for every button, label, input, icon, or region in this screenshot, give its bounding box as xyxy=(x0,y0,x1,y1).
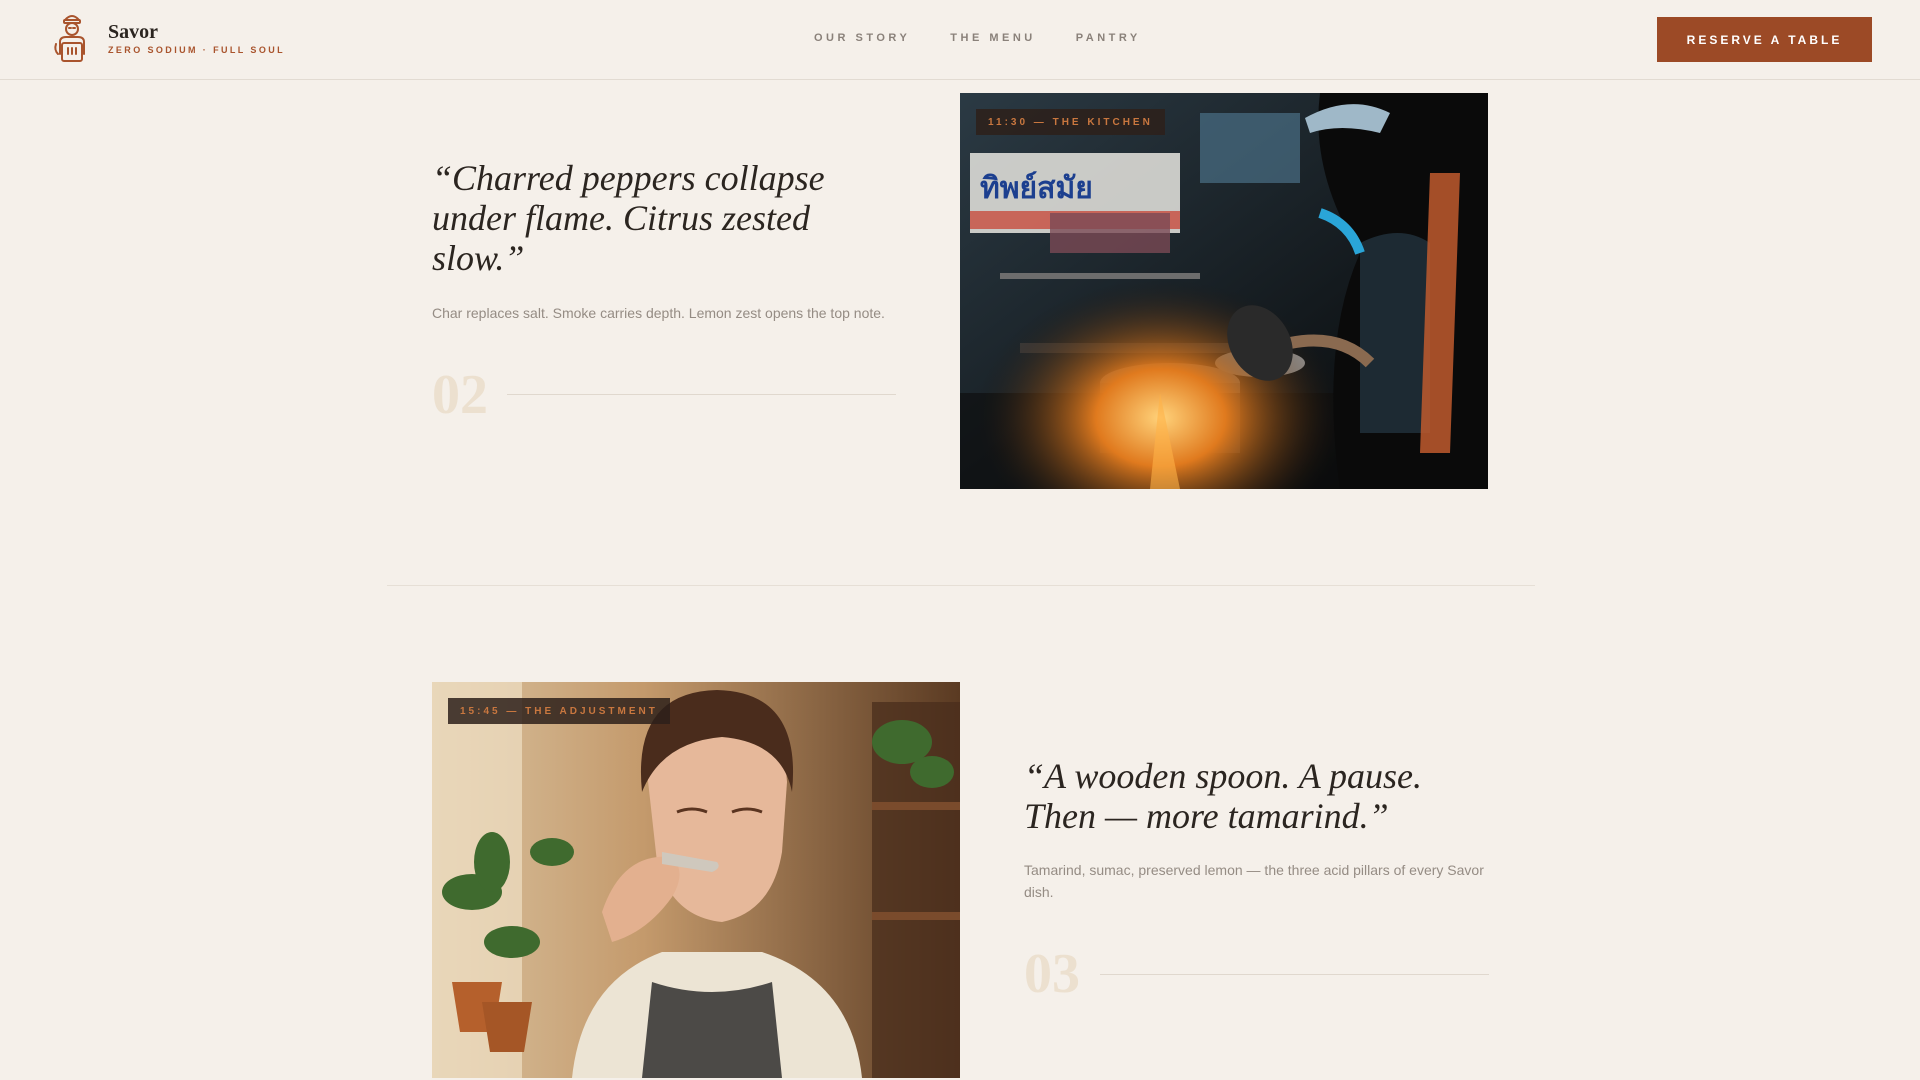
step-divider xyxy=(507,394,896,395)
nav-pantry[interactable]: PANTRY xyxy=(1076,32,1141,44)
section-caption: Char replaces salt. Smoke carries depth.… xyxy=(432,305,885,321)
section-divider xyxy=(387,585,1535,586)
tasting-photo: 15:45 — THE ADJUSTMENT xyxy=(432,682,960,1078)
brand-name: Savor xyxy=(108,21,158,43)
main-nav: OUR STORY THE MENU PANTRY xyxy=(814,32,1141,44)
chef-tasting-photo xyxy=(432,682,960,1078)
chef-icon xyxy=(54,15,85,62)
section-quote: “Charred peppers collapse under flame. C… xyxy=(432,158,825,278)
brand-tagline: ZERO SODIUM · FULL SOUL xyxy=(108,45,286,55)
nav-our-story[interactable]: OUR STORY xyxy=(814,32,910,44)
reserve-table-button[interactable]: RESERVE A TABLE xyxy=(1657,17,1872,62)
nav-the-menu[interactable]: THE MENU xyxy=(950,32,1035,44)
step-number: 02 xyxy=(432,364,488,426)
photo-tag: 15:45 — THE ADJUSTMENT xyxy=(448,698,670,724)
kitchen-photo: ทิพย์สมัย 11:30 — THE KITCHEN xyxy=(960,93,1488,489)
photo-tag: 11:30 — THE KITCHEN xyxy=(976,109,1165,135)
street-kitchen-photo: ทิพย์สมัย xyxy=(960,93,1488,489)
brand[interactable]: Savor ZERO SODIUM · FULL SOUL xyxy=(50,10,285,66)
step-divider xyxy=(1100,974,1489,975)
section-caption: Tamarind, sumac, preserved lemon — the t… xyxy=(1024,862,1484,900)
section-quote: “A wooden spoon. A pause. Then — more ta… xyxy=(1024,756,1423,836)
site-header: Savor ZERO SODIUM · FULL SOUL OUR STORY … xyxy=(0,0,1920,80)
step-number: 03 xyxy=(1024,943,1080,1005)
